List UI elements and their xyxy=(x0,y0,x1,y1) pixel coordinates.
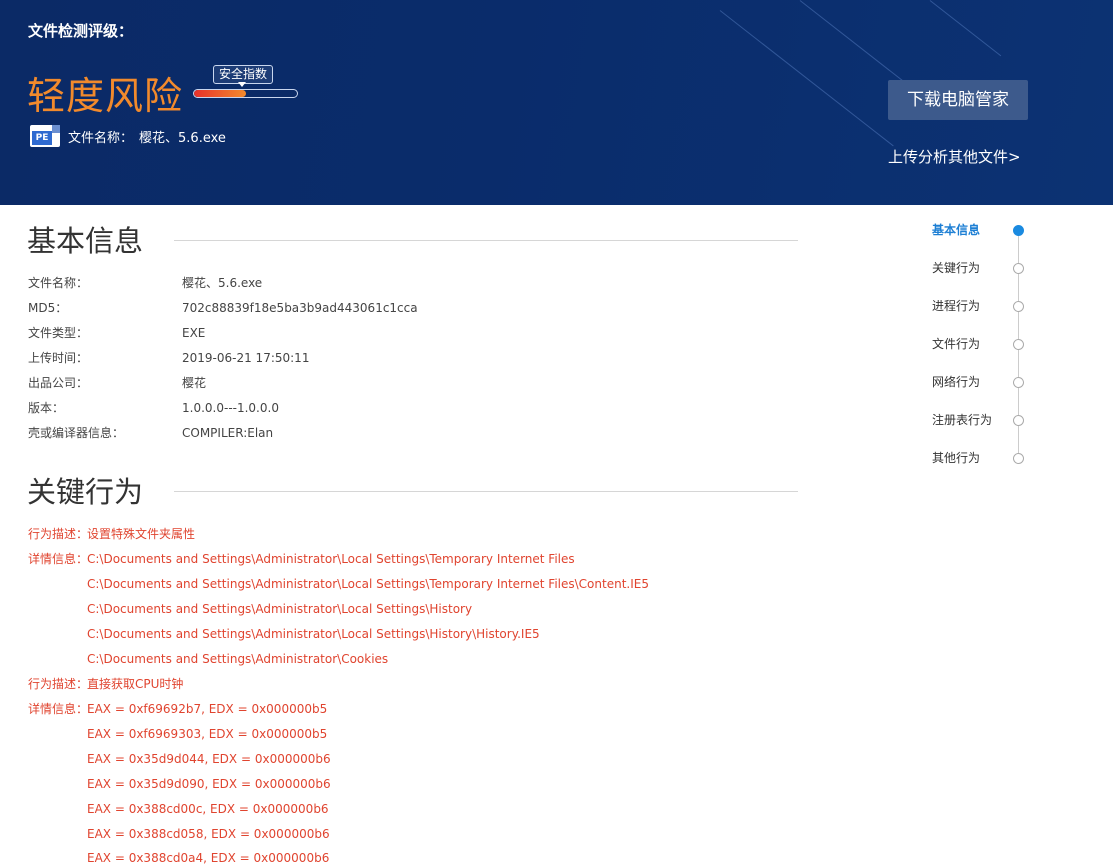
report-header: 文件检测评级： 轻度风险 安全指数 PE 文件名称： 樱花、5.6.exe 下载电… xyxy=(0,0,1113,205)
behavior-value: 直接获取CPU时钟 xyxy=(87,677,184,691)
side-nav-basic-info[interactable]: 基本信息 xyxy=(932,220,980,240)
side-nav-dot[interactable] xyxy=(1013,415,1024,426)
behavior-value: EAX = 0x388cd0a4, EDX = 0x000000b6 xyxy=(87,851,330,865)
behavior-value: EAX = 0x35d9d090, EDX = 0x000000b6 xyxy=(87,777,331,791)
behavior-row: EAX = 0x35d9d090, EDX = 0x000000b6 xyxy=(87,774,331,794)
upload-other-file-link[interactable]: 上传分析其他文件> xyxy=(888,146,1021,167)
side-nav-registry-behavior[interactable]: 注册表行为 xyxy=(932,410,992,430)
behavior-row: EAX = 0x388cd0a4, EDX = 0x000000b6 xyxy=(87,848,329,868)
info-value: EXE xyxy=(182,326,206,340)
side-nav-key-behavior[interactable]: 关键行为 xyxy=(932,258,980,278)
behavior-value: EAX = 0xf6969303, EDX = 0x000000b5 xyxy=(87,727,328,741)
behavior-value: EAX = 0x388cd00c, EDX = 0x000000b6 xyxy=(87,802,329,816)
header-decor-line xyxy=(929,0,1002,57)
risk-level: 轻度风险 xyxy=(27,74,184,118)
behavior-row: EAX = 0x388cd058, EDX = 0x000000b6 xyxy=(87,824,330,844)
behavior-row: 详情信息：EAX = 0xf69692b7, EDX = 0x000000b5 xyxy=(28,699,327,719)
behavior-row: 详情信息：C:\Documents and Settings\Administr… xyxy=(28,549,575,569)
caret-down-icon xyxy=(238,82,246,87)
info-value: 樱花 xyxy=(182,376,207,390)
pe-file-icon: PE xyxy=(30,125,60,147)
behavior-row: EAX = 0x35d9d044, EDX = 0x000000b6 xyxy=(87,749,331,769)
side-nav-dot[interactable] xyxy=(1013,377,1024,388)
info-value: COMPILER:Elan xyxy=(182,426,274,440)
behavior-value: EAX = 0xf69692b7, EDX = 0x000000b5 xyxy=(87,702,328,716)
safety-index-fill xyxy=(194,90,246,97)
behavior-row: EAX = 0x388cd00c, EDX = 0x000000b6 xyxy=(87,799,329,819)
behavior-value: C:\Documents and Settings\Administrator\… xyxy=(87,577,649,591)
info-value: 2019-06-21 17:50:11 xyxy=(182,351,310,365)
behavior-value: 设置特殊文件夹属性 xyxy=(87,527,196,541)
behavior-value: C:\Documents and Settings\Administrator\… xyxy=(87,552,575,566)
section-divider xyxy=(174,491,798,492)
info-key: 文件名称： xyxy=(28,276,89,290)
info-key: MD5： xyxy=(28,301,68,315)
side-nav-other-behavior[interactable]: 其他行为 xyxy=(932,448,980,468)
key-behavior-title: 关键行为 xyxy=(27,475,144,509)
side-nav-dot[interactable] xyxy=(1013,263,1024,274)
behavior-row: C:\Documents and Settings\Administrator\… xyxy=(87,624,540,644)
info-value: 1.0.0.0---1.0.0.0 xyxy=(182,401,279,415)
info-key: 出品公司： xyxy=(28,376,89,390)
behavior-row: C:\Documents and Settings\Administrator\… xyxy=(87,599,472,619)
pe-file-icon-fold xyxy=(52,125,60,133)
side-nav-dot-active[interactable] xyxy=(1013,225,1024,236)
info-key: 壳或编译器信息： xyxy=(28,426,125,440)
header-file-name-label: 文件名称： xyxy=(68,131,134,146)
behavior-row: C:\Documents and Settings\Administrator\… xyxy=(87,574,649,594)
behavior-key: 行为描述： xyxy=(28,677,89,691)
section-divider xyxy=(174,240,798,241)
info-key: 版本： xyxy=(28,401,65,415)
info-key: 文件类型： xyxy=(28,326,89,340)
behavior-key: 行为描述： xyxy=(28,527,89,541)
safety-index-badge: 安全指数 xyxy=(213,65,274,87)
header-file-name: 文件名称： 樱花、5.6.exe xyxy=(68,127,226,146)
behavior-row: EAX = 0xf6969303, EDX = 0x000000b5 xyxy=(87,724,327,744)
safety-index-bar xyxy=(193,89,298,98)
header-decor-line xyxy=(719,10,894,147)
side-nav-dot[interactable] xyxy=(1013,453,1024,464)
info-value: 702c88839f18e5ba3b9ad443061c1cca xyxy=(182,301,418,315)
info-key: 上传时间： xyxy=(28,351,89,365)
side-nav-network-behavior[interactable]: 网络行为 xyxy=(932,372,980,392)
pe-file-icon-tag: PE xyxy=(32,131,52,145)
side-nav-dot[interactable] xyxy=(1013,339,1024,350)
behavior-value: C:\Documents and Settings\Administrator\… xyxy=(87,652,389,666)
behavior-value: EAX = 0x388cd058, EDX = 0x000000b6 xyxy=(87,827,330,841)
rating-label: 文件检测评级： xyxy=(28,22,134,40)
side-nav-dot[interactable] xyxy=(1013,301,1024,312)
behavior-row: C:\Documents and Settings\Administrator\… xyxy=(87,649,388,669)
side-nav-file-behavior[interactable]: 文件行为 xyxy=(932,334,980,354)
behavior-key: 详情信息： xyxy=(28,552,89,566)
behavior-row: 行为描述：直接获取CPU时钟 xyxy=(28,674,183,694)
behavior-row: 行为描述：设置特殊文件夹属性 xyxy=(28,524,195,544)
side-nav-process-behavior[interactable]: 进程行为 xyxy=(932,296,980,316)
header-file-name-value: 樱花、5.6.exe xyxy=(139,131,226,146)
download-pc-manager-button[interactable]: 下载电脑管家 xyxy=(888,80,1028,120)
behavior-value: EAX = 0x35d9d044, EDX = 0x000000b6 xyxy=(87,752,331,766)
basic-info-title: 基本信息 xyxy=(27,224,144,258)
safety-index-label: 安全指数 xyxy=(219,67,268,81)
behavior-value: C:\Documents and Settings\Administrator\… xyxy=(87,627,540,641)
behavior-value: C:\Documents and Settings\Administrator\… xyxy=(87,602,473,616)
behavior-key: 详情信息： xyxy=(28,702,89,716)
info-value: 樱花、5.6.exe xyxy=(182,276,263,290)
